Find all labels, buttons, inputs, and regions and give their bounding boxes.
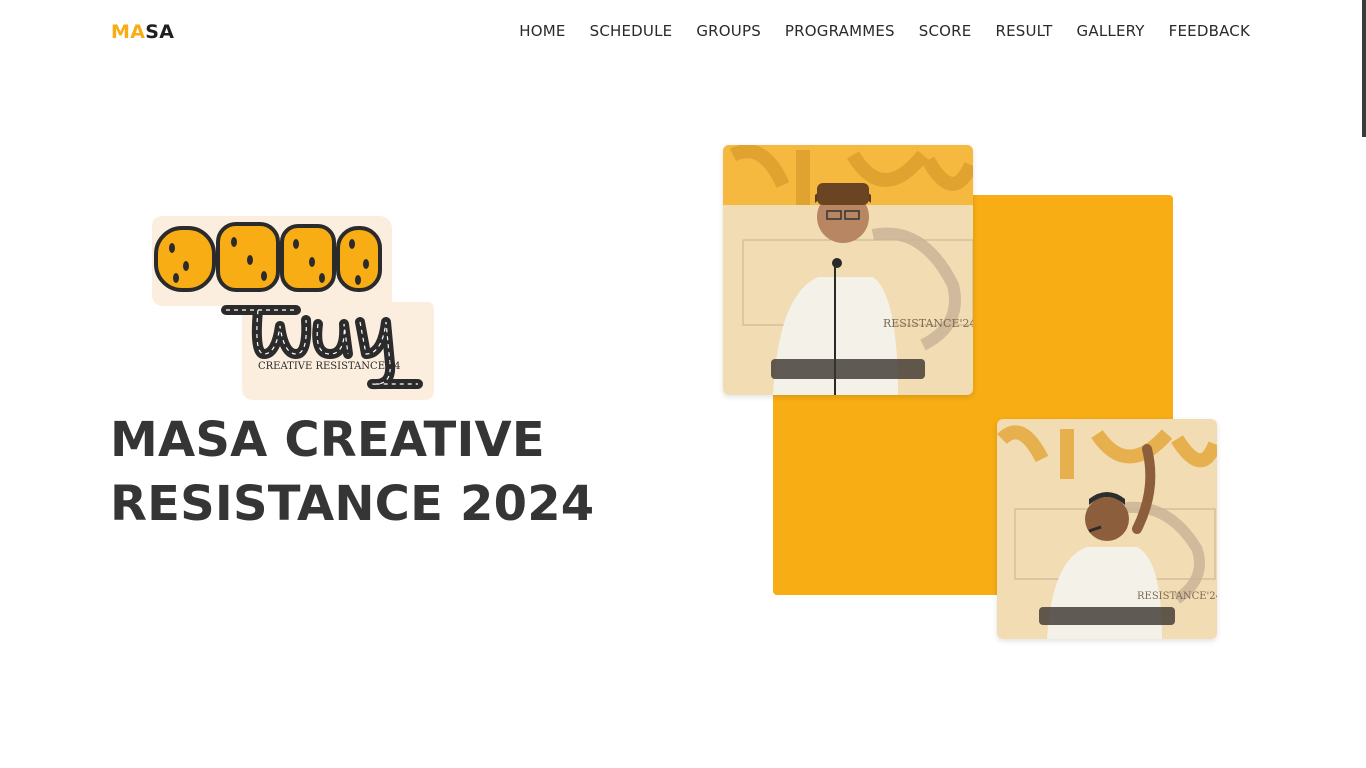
logo-text-dark: SA: [145, 21, 175, 43]
nav-item-feedback: FEEDBACK: [1169, 21, 1250, 40]
nav-link-feedback[interactable]: FEEDBACK: [1169, 22, 1250, 40]
nav-item-score: SCORE: [919, 21, 972, 40]
nav-link-schedule[interactable]: SCHEDULE: [590, 22, 673, 40]
nav-link-score[interactable]: SCORE: [919, 22, 972, 40]
photo-caption-2: RESISTANCE'24: [1137, 591, 1217, 602]
nav-link-result[interactable]: RESULT: [995, 22, 1052, 40]
nav-link-home[interactable]: HOME: [519, 22, 565, 40]
nav-item-schedule: SCHEDULE: [590, 21, 673, 40]
hero-title-line2: RESISTANCE 2024: [110, 476, 595, 532]
gallery-photo-singer[interactable]: RESISTANCE'24: [997, 419, 1217, 639]
hero-title: MASA CREATIVE RESISTANCE 2024: [110, 408, 594, 536]
gallery-photo-speaker[interactable]: RESISTANCE'24: [723, 145, 973, 395]
event-brand-logo-image: CREATIVE RESISTANCE'24: [152, 216, 434, 400]
nav-link-groups[interactable]: GROUPS: [696, 22, 761, 40]
nav-item-programmes: PROGRAMMES: [785, 21, 895, 40]
nav-item-home: HOME: [519, 21, 565, 40]
nav-item-gallery: GALLERY: [1077, 21, 1145, 40]
nav-item-groups: GROUPS: [696, 21, 761, 40]
brand-caption: CREATIVE RESISTANCE'24: [258, 361, 400, 372]
photo-caption-1: RESISTANCE'24: [883, 317, 973, 330]
page-scrollbar-thumb[interactable]: [1362, 0, 1366, 137]
event-brand-logo: CREATIVE RESISTANCE'24: [146, 214, 436, 402]
site-logo[interactable]: MASA: [111, 21, 174, 43]
nav-link-programmes[interactable]: PROGRAMMES: [785, 22, 895, 40]
nav-item-result: RESULT: [995, 21, 1052, 40]
performer-photo-image: RESISTANCE'24: [997, 419, 1217, 639]
main-nav: HOME SCHEDULE GROUPS PROGRAMMES SCORE RE…: [519, 21, 1250, 40]
nav-link-gallery[interactable]: GALLERY: [1077, 22, 1145, 40]
logo-text-accent: MA: [111, 21, 146, 43]
hero-title-line1: MASA CREATIVE: [110, 412, 545, 468]
performer-photo-image: RESISTANCE'24: [723, 145, 973, 395]
